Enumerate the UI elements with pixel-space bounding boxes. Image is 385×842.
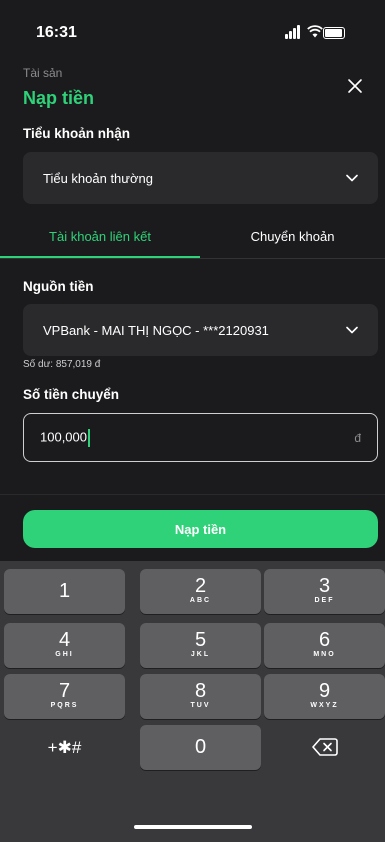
- key-number: 4: [58, 629, 71, 651]
- symbols-key[interactable]: +✱#: [4, 725, 125, 770]
- receive-account-label: Tiểu khoản nhận: [23, 126, 131, 141]
- status-icons: [285, 25, 345, 41]
- backspace-icon: [311, 738, 338, 756]
- text-caret: [88, 428, 90, 447]
- key-letters: PQRS: [50, 702, 79, 709]
- source-select[interactable]: VPBank - MAI THỊ NGỌC - ***2120931: [23, 304, 378, 356]
- key-letters: DEF: [314, 597, 335, 604]
- close-icon[interactable]: [345, 76, 365, 96]
- key-letters: WXYZ: [310, 702, 339, 709]
- backspace-key[interactable]: [264, 725, 385, 770]
- key-number: 0: [194, 736, 207, 758]
- key-5[interactable]: 5 JKL: [140, 623, 261, 668]
- key-number: 2: [194, 575, 207, 597]
- numeric-keyboard: 1 2 ABC 3 DEF 4 GHI 5 JKL 6 MNO 7 PQRS 8 TUV 9W…: [0, 561, 385, 842]
- deposit-button[interactable]: Nạp tiền: [23, 510, 378, 548]
- tab-divider: [0, 258, 385, 259]
- key-number: 9: [318, 680, 331, 702]
- source-label: Nguồn tiền: [23, 279, 94, 294]
- active-tab-indicator: [0, 256, 200, 258]
- key-number: 6: [318, 629, 331, 651]
- source-value: VPBank - MAI THỊ NGỌC - ***2120931: [43, 322, 269, 338]
- key-3[interactable]: 3 DEF: [264, 569, 385, 614]
- signal-icon: [285, 25, 301, 39]
- balance-text: Số dư: 857,019 đ: [23, 359, 101, 370]
- receive-account-select[interactable]: Tiểu khoản thường: [23, 152, 378, 204]
- key-0[interactable]: 0: [140, 725, 261, 770]
- key-6[interactable]: 6 MNO: [264, 623, 385, 668]
- tab-linked-account[interactable]: Tài khoản liên kết: [0, 216, 200, 258]
- battery-icon: [323, 27, 345, 39]
- home-indicator: [134, 825, 252, 829]
- key-letters: JKL: [190, 651, 211, 658]
- key-2[interactable]: 2 ABC: [140, 569, 261, 614]
- key-letters: ABC: [189, 597, 212, 604]
- key-number: 7: [58, 680, 71, 702]
- divider: [0, 494, 385, 495]
- key-7[interactable]: 7 PQRS: [4, 674, 125, 719]
- key-letters: MNO: [313, 651, 336, 658]
- chevron-down-icon: [346, 174, 358, 182]
- breadcrumb: Tài sản: [23, 66, 63, 80]
- key-letters: GHI: [55, 651, 74, 658]
- key-letters: TUV: [190, 702, 211, 709]
- tab-transfer[interactable]: Chuyển khoản: [200, 216, 385, 258]
- status-time: 16:31: [36, 24, 77, 41]
- amount-value: 100,000: [40, 428, 87, 444]
- tab-bar: Tài khoản liên kết Chuyển khoản: [0, 216, 385, 260]
- page-title: Nạp tiền: [23, 88, 95, 108]
- key-number: 8: [194, 680, 207, 702]
- key-number: 5: [194, 629, 207, 651]
- currency-suffix: đ: [354, 430, 361, 445]
- key-number: 3: [318, 575, 331, 597]
- amount-input[interactable]: 100,000 đ: [23, 413, 378, 462]
- key-8[interactable]: 8 TUV: [140, 674, 261, 719]
- receive-account-value: Tiểu khoản thường: [43, 170, 153, 186]
- chevron-down-icon: [346, 326, 358, 334]
- key-9[interactable]: 9 WXYZ: [264, 674, 385, 719]
- wifi-icon: [307, 25, 323, 38]
- amount-label: Số tiền chuyển: [23, 387, 120, 402]
- key-number: 1: [58, 580, 71, 602]
- key-1[interactable]: 1: [4, 569, 125, 614]
- key-4[interactable]: 4 GHI: [4, 623, 125, 668]
- status-bar: 16:31: [0, 0, 385, 60]
